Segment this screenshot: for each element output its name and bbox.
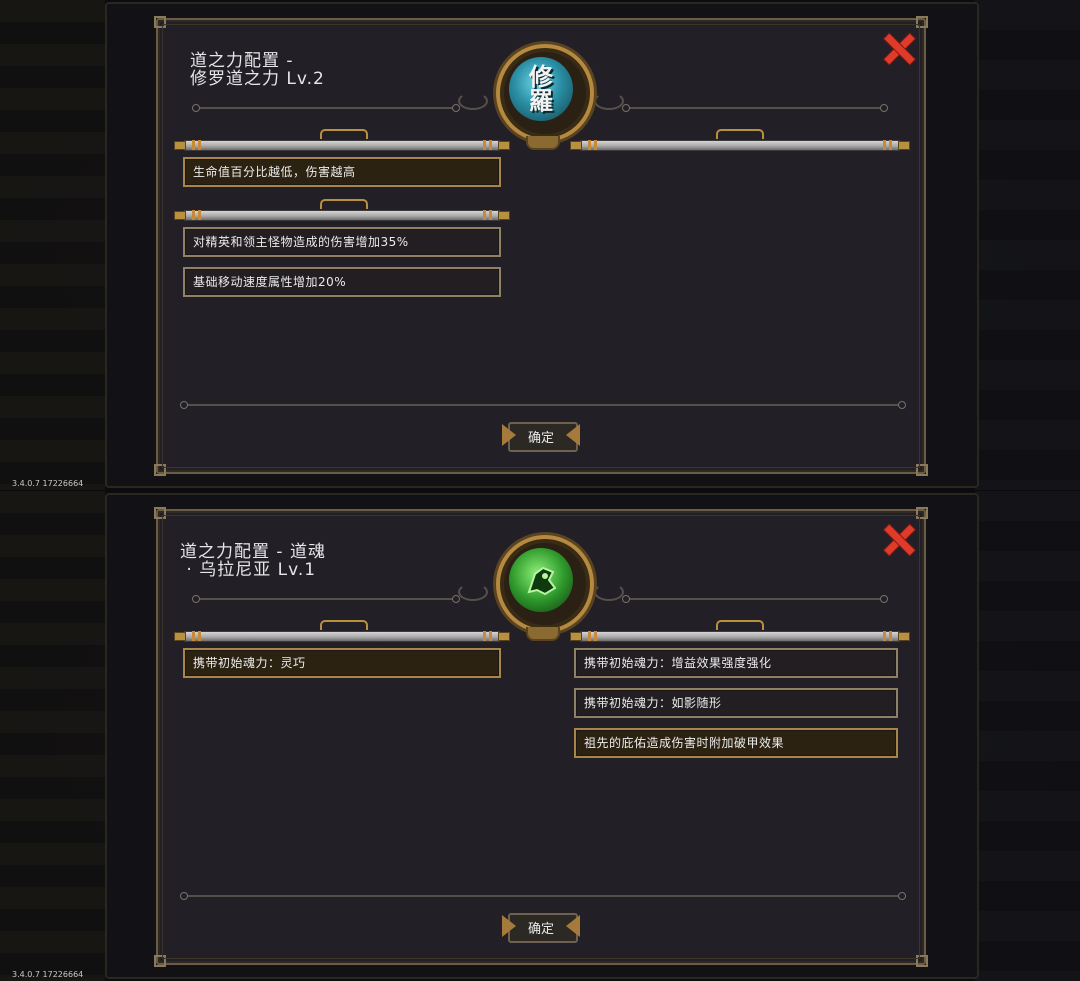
dao-power-config-dialog: 道之力配置 - 道魂 · 乌拉尼亚 Lv.1 携带初始魂力：灵巧 携带初始魂力：…: [154, 507, 928, 967]
screen-1: 3.4.0.7 17226664 道之力配置 - 修罗道之力 Lv.2 修 羅: [0, 0, 1080, 490]
emblem-glyph: 修 羅: [529, 62, 553, 115]
confirm-label: 确定: [527, 431, 554, 446]
scroll-rod-right-1: [570, 620, 910, 642]
background-game-right: [975, 0, 1080, 490]
dialog-title: 道之力配置 - 道魂 · 乌拉尼亚 Lv.1: [180, 542, 326, 580]
confirm-button[interactable]: 确定: [498, 420, 584, 452]
bird-spirit-icon: [527, 566, 557, 596]
version-label: 3.4.0.7 17226664: [12, 970, 84, 979]
scroll-rod-left-1: [174, 620, 510, 642]
bottom-divider: [180, 892, 906, 900]
scroll-rod-right-1: [570, 129, 910, 151]
dao-power-config-dialog: 道之力配置 - 修罗道之力 Lv.2 修 羅 生命值百分比越低，伤害越高 对精英…: [154, 16, 928, 476]
bottom-divider: [180, 401, 906, 409]
list-item[interactable]: 祖先的庇佑造成伤害时附加破甲效果: [574, 728, 898, 758]
title-divider-left: [192, 595, 460, 603]
scroll-rod-left-2: [174, 199, 510, 221]
version-label: 3.4.0.7 17226664: [12, 479, 84, 488]
close-button[interactable]: [884, 524, 915, 556]
background-game-left: [0, 0, 105, 490]
list-item[interactable]: 基础移动速度属性增加20%: [183, 267, 501, 297]
list-item[interactable]: 携带初始魂力：灵巧: [183, 648, 501, 678]
title-divider-right: [622, 104, 888, 112]
screen-2: 3.4.0.7 17226664 道之力配置 - 道魂 · 乌拉尼亚 Lv.1: [0, 491, 1080, 981]
title-divider-left: [192, 104, 460, 112]
title-divider-right: [622, 595, 888, 603]
list-item[interactable]: 对精英和领主怪物造成的伤害增加35%: [183, 227, 501, 257]
list-item[interactable]: 携带初始魂力：如影随形: [574, 688, 898, 718]
list-item[interactable]: 携带初始魂力：增益效果强度强化: [574, 648, 898, 678]
list-item[interactable]: 生命值百分比越低，伤害越高: [183, 157, 501, 187]
close-button[interactable]: [884, 33, 915, 65]
background-game-right: [975, 491, 1080, 981]
background-game-left: [0, 491, 105, 981]
dialog-title: 道之力配置 - 修罗道之力 Lv.2: [190, 51, 325, 89]
shura-emblem-icon: 修 羅: [496, 44, 594, 150]
scroll-rod-left-1: [174, 129, 510, 151]
confirm-button[interactable]: 确定: [498, 911, 584, 943]
confirm-label: 确定: [527, 922, 554, 937]
urania-emblem-icon: [496, 535, 594, 641]
